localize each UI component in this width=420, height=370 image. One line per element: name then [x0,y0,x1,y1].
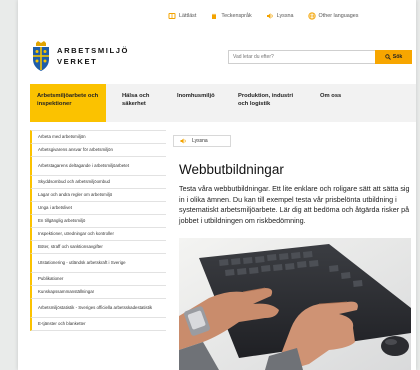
lead-paragraph: Testa våra webbutbildningar. Ett lite en… [179,184,410,225]
easy-read-link[interactable]: Lättläst [168,12,196,20]
speaker-icon [266,12,274,20]
easy-read-icon [168,12,176,20]
search-input[interactable] [228,50,376,64]
easy-read-label: Lättläst [179,13,197,19]
listen-link[interactable]: Lyssna [266,12,294,20]
listen-label: Lyssna [276,13,294,19]
sidebar-item[interactable]: Lagar och andra regler om arbetsmiljö [30,188,166,202]
hero-image [179,238,411,370]
sign-language-label: Teckenspråk [221,13,252,19]
logo-line-2: VERKET [57,57,98,66]
listen-button-label: Lyssna [192,138,208,144]
nav-item-work-environment[interactable]: Arbetsmiljöarbete och inspektioner [30,84,106,122]
sidebar-item[interactable]: Unga i arbetslivet [30,201,166,215]
listen-button[interactable]: Lyssna [173,135,231,147]
sidebar-item[interactable]: Arbetsgivarens ansvar för arbetsmiljön [30,143,166,157]
sidebar-item[interactable]: E-tjänster och blanketter [30,317,166,331]
logo-text: ARBETSMILJÖ VERKET [57,45,129,67]
sign-language-link[interactable]: Teckenspråk [210,12,252,20]
sidebar-item[interactable]: Arbetstagarens deltagande i arbetsmiljöa… [30,156,166,176]
nav-item-production[interactable]: Produktion, industri och logistik [230,84,306,122]
sidebar-item[interactable]: Inspektioner, utredningar och kontroller [30,227,166,241]
sign-language-icon [210,12,218,20]
page: Lättläst Teckenspråk Lyssna Other langua… [18,0,416,370]
search-button[interactable]: Sök [375,50,412,64]
search-button-label: Sök [392,54,403,60]
sidebar-item[interactable]: Utstationering - utländsk arbetskraft i … [30,253,166,273]
sidebar-item[interactable]: Skyddsombud och arbetsmiljöombud [30,175,166,189]
sidebar-item[interactable]: En tillgänglig arbetsmiljö [30,214,166,228]
crest-icon [33,41,49,71]
logo-line-1: ARBETSMILJÖ [57,46,130,55]
globe-icon [307,12,316,20]
sidebar-item[interactable]: Kunskapssammanställningar [30,285,166,299]
other-languages-label: Other languages [318,13,359,19]
sidebar-item[interactable]: Publikationer [30,272,166,286]
sidebar-item[interactable]: Böter, straff och sanktionsavgifter [30,240,166,254]
page-title: Webbutbildningar [179,162,284,177]
sidebar-item[interactable]: Arbeta med arbetsmiljön [30,130,166,144]
other-languages-link[interactable]: Other languages [307,12,359,20]
search-icon [385,54,391,60]
site-logo[interactable]: ARBETSMILJÖ VERKET [30,36,150,76]
nav-item-health-safety[interactable]: Hälsa och säkerhet [106,84,168,122]
nav-item-about[interactable]: Om oss [306,84,356,122]
speaker-icon [180,138,186,144]
nav-item-indoor-environment[interactable]: Inomhusmiljö [168,84,230,122]
keyboard-typing-illustration [179,238,411,370]
utility-bar: Lättläst Teckenspråk Lyssna Other langua… [168,9,412,23]
main-nav: Arbetsmiljöarbete och inspektioner Hälsa… [30,84,416,122]
sidebar-item[interactable]: Arbetsmiljöstatistik - Sveriges officiel… [30,298,166,318]
sidebar: Arbeta med arbetsmiljön Arbetsgivarens a… [30,130,166,331]
